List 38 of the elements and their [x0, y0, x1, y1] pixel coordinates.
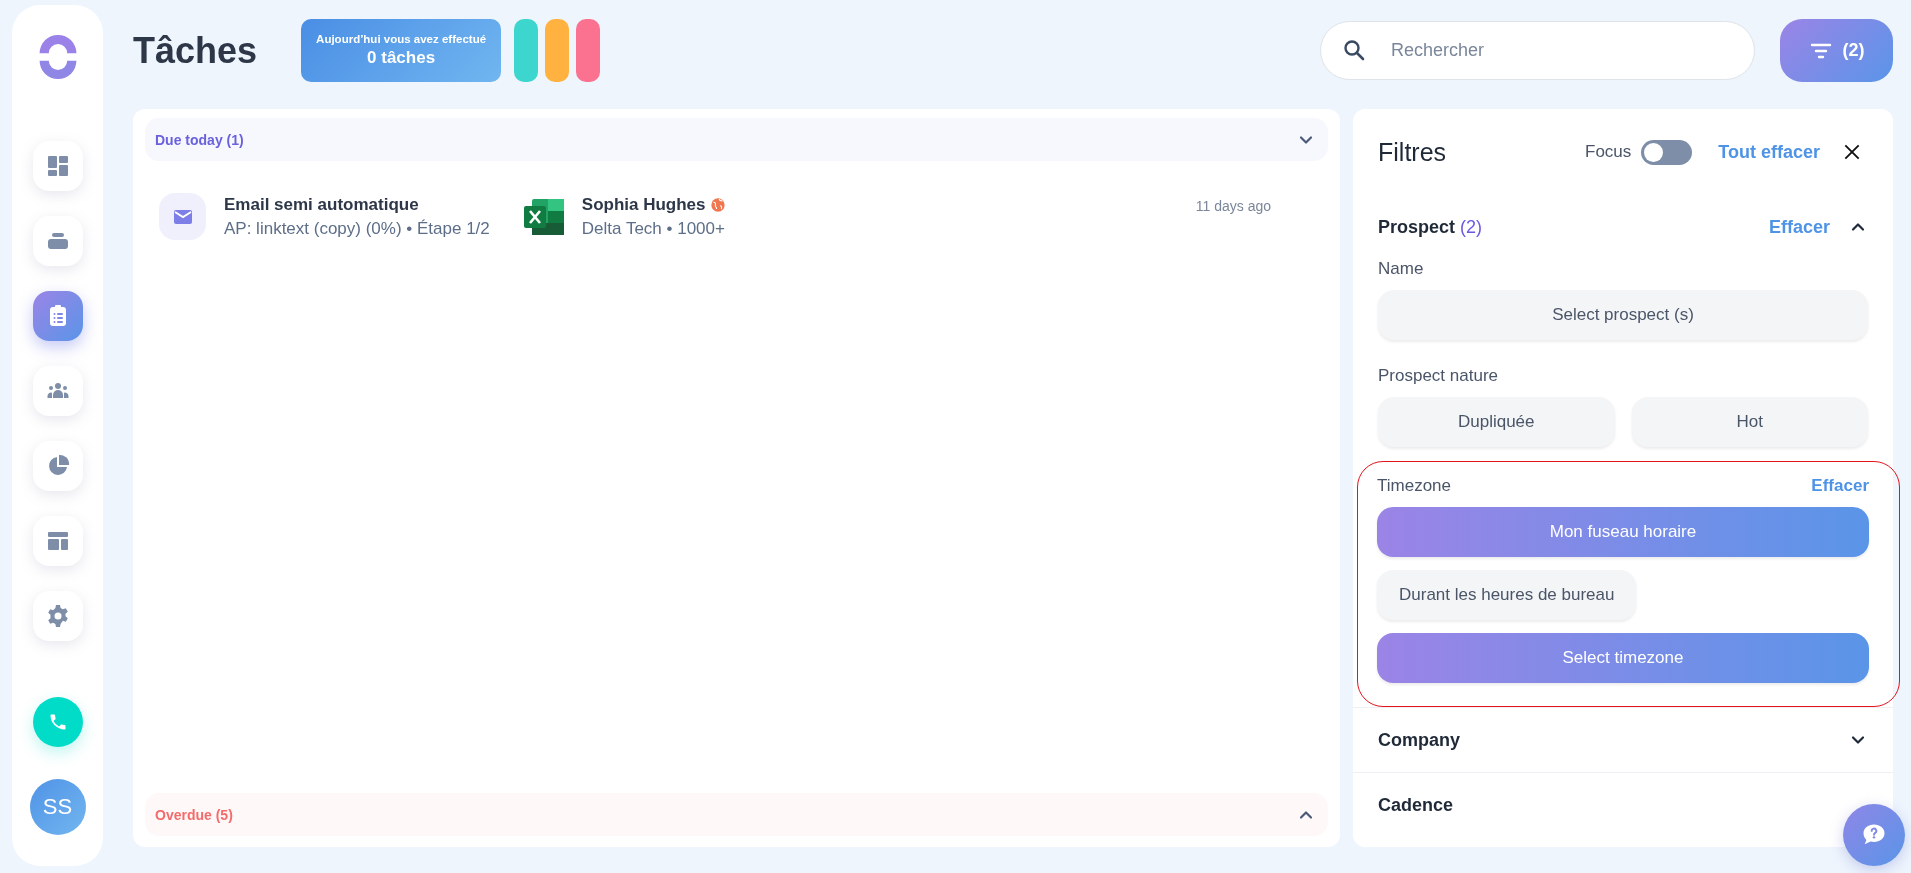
nav-button[interactable]	[32, 291, 83, 341]
nav-button[interactable]	[32, 591, 83, 641]
stats-caption: Aujourd’hui vous avez effectué	[316, 33, 487, 45]
field-label: Name	[1378, 259, 1424, 279]
field-label: Timezone	[1377, 476, 1451, 496]
settings-icon	[45, 604, 70, 628]
email-icon	[159, 193, 206, 240]
search-field[interactable]: Rechercher	[1320, 21, 1755, 80]
focus-label: Focus	[1585, 142, 1632, 162]
layout-icon	[45, 529, 70, 553]
globe-icon	[709, 196, 726, 213]
option-button[interactable]: Select prospect (s)	[1378, 290, 1868, 340]
nav-button[interactable]	[32, 141, 83, 191]
focus-toggle[interactable]	[1641, 139, 1693, 165]
dashboard-icon	[45, 154, 70, 178]
task-title[interactable]: Email semi automatique	[224, 194, 490, 215]
filter-section-title[interactable]: Cadence	[1378, 794, 1454, 816]
nav-button[interactable]	[32, 516, 83, 566]
task-time: 11 days ago	[1195, 198, 1271, 214]
phone-button[interactable]	[32, 697, 83, 747]
option-button[interactable]: Hot	[1631, 397, 1868, 447]
filter-section-title[interactable]: Company	[1378, 729, 1460, 751]
close-icon[interactable]	[1842, 142, 1862, 162]
stats-value: 0 tâches	[367, 48, 436, 68]
page-title: Tâches	[133, 29, 258, 72]
nav-button[interactable]	[32, 366, 83, 416]
filter-section-title[interactable]: Prospect (2)	[1378, 216, 1483, 238]
option-button[interactable]: Durant les heures de bureau	[1377, 570, 1637, 620]
help-button[interactable]	[1843, 804, 1905, 866]
contact-name[interactable]: Sophia Hughes	[581, 194, 706, 215]
nav-button[interactable]	[32, 441, 83, 491]
section-header[interactable]: Due today (1)	[145, 118, 1328, 161]
option-button[interactable]: Dupliquée	[1378, 397, 1615, 447]
nav-button[interactable]	[32, 216, 83, 266]
panel-title: Filtres	[1378, 137, 1447, 167]
task-subtitle: AP: linktext (copy) (0%) • Étape 1/2	[224, 218, 490, 239]
field-label: Prospect nature	[1378, 366, 1498, 386]
company-name: Delta Tech • 1000+	[581, 218, 726, 239]
